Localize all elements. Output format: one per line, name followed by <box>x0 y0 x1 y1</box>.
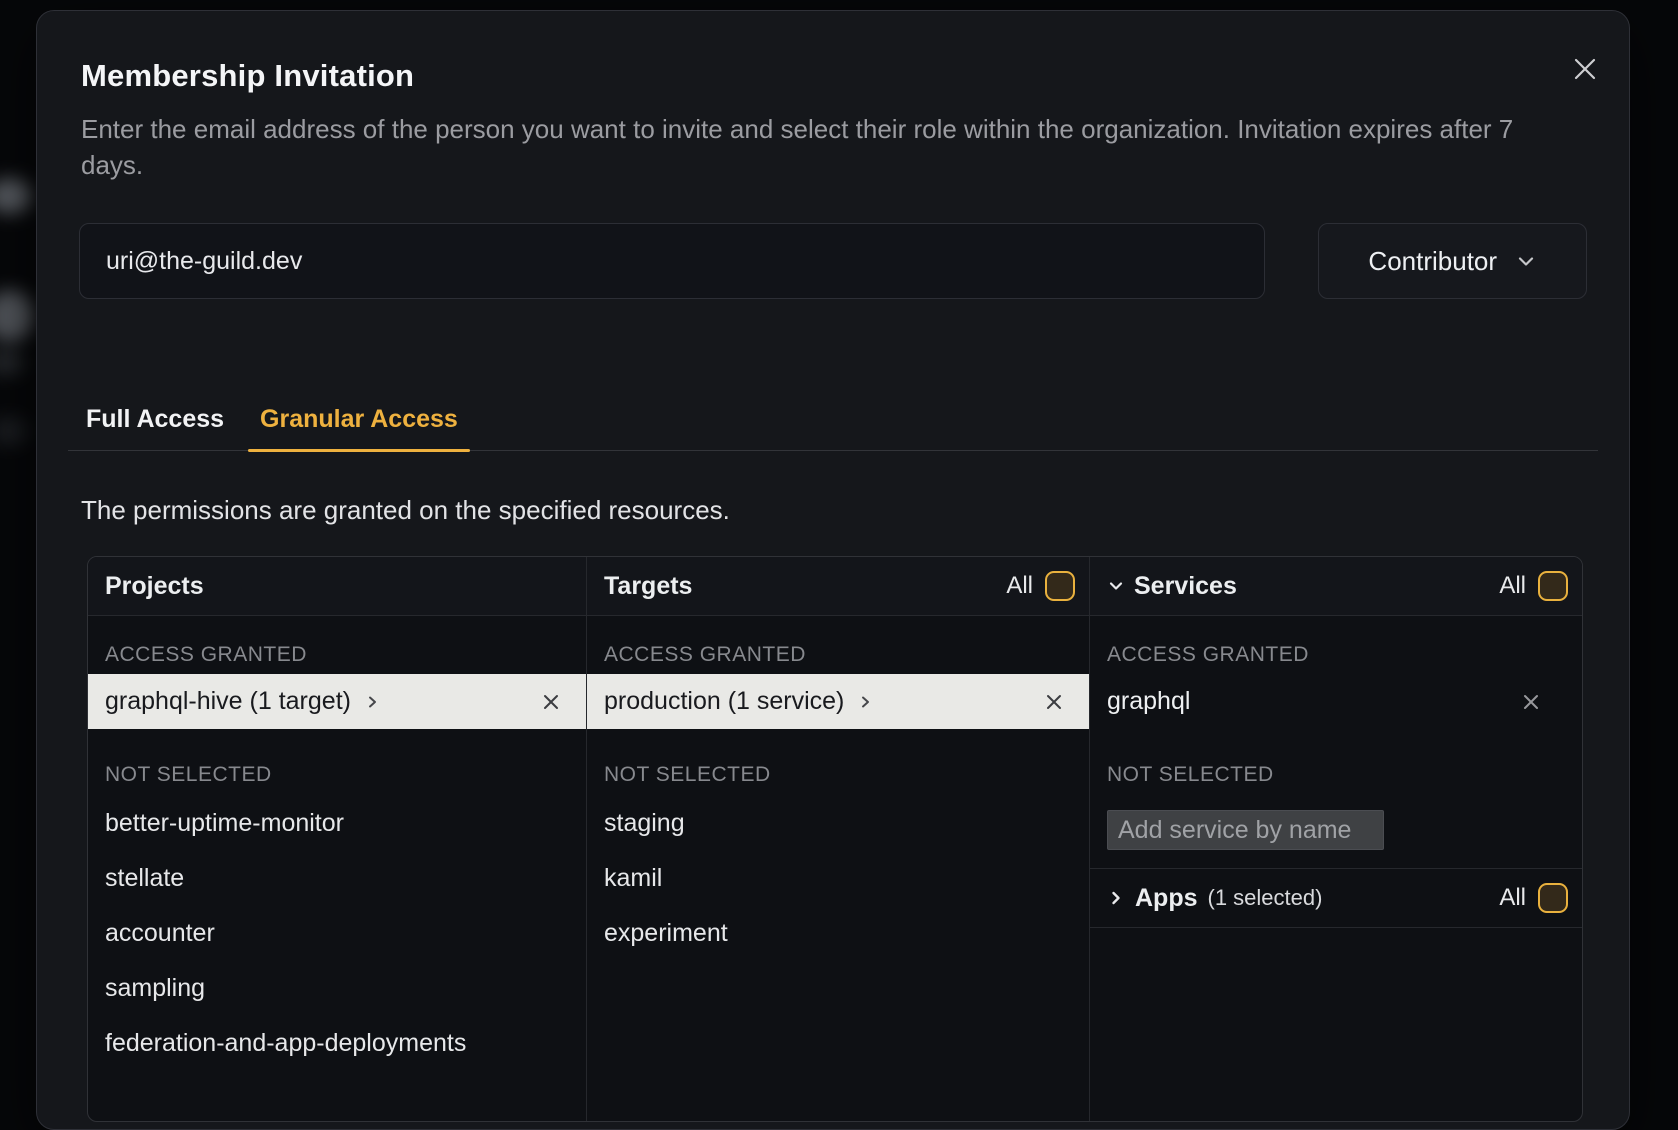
background-page-artifact <box>0 348 24 376</box>
not-selected-label: NOT SELECTED <box>604 762 1089 788</box>
apps-selected-count: (1 selected) <box>1208 885 1323 911</box>
close-icon <box>1571 55 1599 83</box>
granted-service-row[interactable]: graphql <box>1090 674 1582 729</box>
role-select[interactable]: Contributor <box>1318 223 1587 299</box>
projects-column-header: Projects <box>88 557 586 616</box>
apps-section-row[interactable]: Apps (1 selected) All <box>1090 868 1582 928</box>
close-icon <box>540 691 562 713</box>
chevron-right-icon <box>858 695 872 709</box>
projects-header-label: Projects <box>105 572 204 601</box>
apps-all-checkbox[interactable] <box>1538 883 1568 913</box>
access-granted-label: ACCESS GRANTED <box>105 642 586 668</box>
projects-column: Projects ACCESS GRANTED graphql-hive (1 … <box>88 557 587 1121</box>
granted-target-label: production (1 service) <box>604 687 844 716</box>
targets-column: Targets All ACCESS GRANTED production (1… <box>587 557 1090 1121</box>
services-header-label: Services <box>1134 572 1237 601</box>
dialog-title: Membership Invitation <box>81 57 1581 95</box>
project-item[interactable]: sampling <box>88 961 586 1016</box>
granted-project-row[interactable]: graphql-hive (1 target) <box>88 674 586 729</box>
apps-label: Apps <box>1135 884 1198 913</box>
remove-project-button[interactable] <box>540 691 562 713</box>
resource-picker: Projects ACCESS GRANTED graphql-hive (1 … <box>87 556 1583 1122</box>
background-page-artifact <box>0 290 34 342</box>
chevron-down-icon <box>1515 250 1537 272</box>
not-selected-label: NOT SELECTED <box>1107 762 1582 788</box>
chevron-down-icon <box>1107 577 1125 595</box>
remove-service-button[interactable] <box>1520 691 1542 713</box>
close-icon <box>1043 691 1065 713</box>
targets-header-label: Targets <box>604 572 692 601</box>
target-item[interactable]: staging <box>587 796 1089 851</box>
email-field[interactable] <box>79 223 1265 299</box>
services-column: Services All ACCESS GRANTED graphql NOT … <box>1090 557 1582 1121</box>
apps-all-label: All <box>1499 884 1526 912</box>
access-tabs: Full Access Granular Access <box>68 405 1598 451</box>
services-column-header[interactable]: Services All <box>1090 557 1582 616</box>
membership-invitation-dialog: Membership Invitation Enter the email ad… <box>36 10 1630 1130</box>
project-item[interactable]: better-uptime-monitor <box>88 796 586 851</box>
access-granted-label: ACCESS GRANTED <box>1107 642 1582 668</box>
not-selected-label: NOT SELECTED <box>105 762 586 788</box>
chevron-right-icon <box>1107 889 1125 907</box>
close-icon <box>1520 691 1542 713</box>
targets-all-checkbox[interactable] <box>1045 571 1075 601</box>
permissions-hint: The permissions are granted on the speci… <box>81 495 1598 526</box>
role-select-value: Contributor <box>1368 246 1497 277</box>
services-all-label: All <box>1499 572 1526 600</box>
background-page-artifact <box>0 178 32 214</box>
remove-target-button[interactable] <box>1043 691 1065 713</box>
chevron-right-icon <box>365 695 379 709</box>
access-granted-label: ACCESS GRANTED <box>604 642 1089 668</box>
services-all-checkbox[interactable] <box>1538 571 1568 601</box>
project-item[interactable]: stellate <box>88 851 586 906</box>
dialog-description: Enter the email address of the person yo… <box>81 111 1581 183</box>
invite-form-row: Contributor <box>79 223 1587 299</box>
granted-service-label: graphql <box>1107 687 1190 716</box>
project-item[interactable]: accounter <box>88 906 586 961</box>
target-item[interactable]: experiment <box>587 906 1089 961</box>
targets-column-header: Targets All <box>587 557 1089 616</box>
granted-project-label: graphql-hive (1 target) <box>105 687 351 716</box>
dialog-header: Membership Invitation Enter the email ad… <box>37 11 1629 183</box>
granted-target-row[interactable]: production (1 service) <box>587 674 1089 729</box>
tab-granular-access[interactable]: Granular Access <box>248 405 470 450</box>
background-page-artifact <box>0 416 28 446</box>
add-service-input[interactable] <box>1107 810 1384 850</box>
tab-full-access[interactable]: Full Access <box>86 405 224 450</box>
target-item[interactable]: kamil <box>587 851 1089 906</box>
targets-all-label: All <box>1006 572 1033 600</box>
close-button[interactable] <box>1569 53 1601 85</box>
project-item[interactable]: federation-and-app-deployments <box>88 1016 586 1071</box>
